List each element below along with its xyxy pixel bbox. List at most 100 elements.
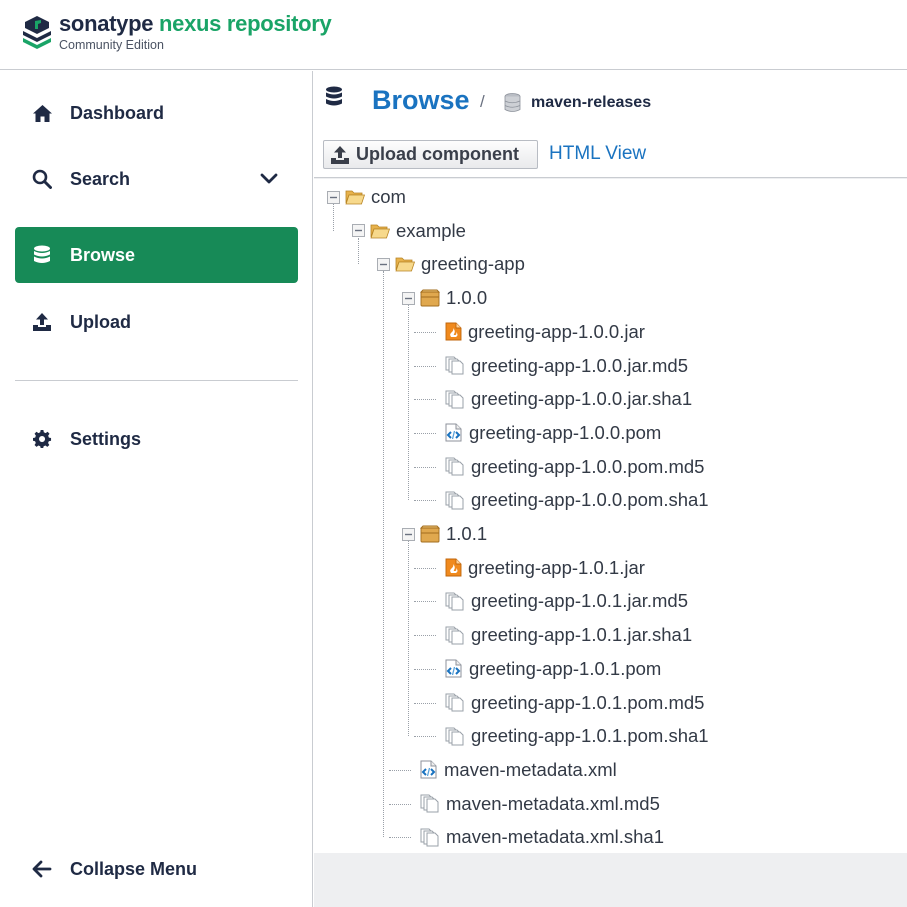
sidebar-item-upload[interactable]: Upload	[15, 294, 298, 350]
folder-open-icon	[345, 189, 365, 205]
tree-node-label: greeting-app-1.0.0.pom.md5	[471, 455, 705, 477]
collapse-toggle-icon[interactable]	[376, 257, 390, 271]
tree-node-file[interactable]: greeting-app-1.0.0.jar.md5	[426, 353, 688, 379]
tree-guide-line	[408, 305, 409, 501]
gear-icon	[31, 428, 53, 450]
tree-node-file[interactable]: greeting-app-1.0.1.jar	[426, 555, 645, 581]
file-copy-icon	[445, 727, 465, 746]
browse-toolbar: Browse / maven-releases Upload component…	[314, 71, 907, 178]
tree-node-label: greeting-app-1.0.0.pom	[469, 421, 662, 443]
tree-node-file[interactable]: greeting-app-1.0.1.pom	[426, 656, 661, 682]
xml-file-icon	[445, 659, 463, 678]
tree-node-label: greeting-app-1.0.1.jar.sha1	[471, 624, 693, 646]
component-tree: com example greeting-app 1.0.0 greeting-app-…	[314, 179, 907, 853]
collapse-menu-button[interactable]: Collapse Menu	[15, 841, 298, 897]
tree-node-label: greeting-app-1.0.1.pom.md5	[471, 691, 705, 713]
upload-icon	[31, 311, 53, 333]
repository-icon	[504, 93, 521, 112]
tree-node-file[interactable]: greeting-app-1.0.0.pom	[426, 420, 661, 446]
sidebar-item-browse[interactable]: Browse	[15, 227, 298, 283]
tree-node-label: greeting-app-1.0.1.jar.md5	[471, 590, 688, 612]
tree-node-file[interactable]: greeting-app-1.0.0.pom.md5	[426, 454, 704, 480]
upload-component-label: Upload component	[356, 144, 519, 164]
collapse-toggle-icon[interactable]	[401, 527, 415, 541]
tree-node-label: example	[396, 219, 466, 241]
tree-node-label: greeting-app	[421, 253, 525, 275]
tree-node-folder[interactable]: 1.0.0	[401, 285, 487, 311]
tree-node-file[interactable]: greeting-app-1.0.1.pom.md5	[426, 690, 704, 716]
tree-node-file[interactable]: greeting-app-1.0.1.pom.sha1	[426, 723, 709, 749]
tree-node-file[interactable]: maven-metadata.xml.md5	[401, 791, 660, 817]
file-copy-icon	[445, 457, 465, 476]
tree-node-file[interactable]: greeting-app-1.0.1.jar.sha1	[426, 622, 692, 648]
tree-node-label: com	[371, 186, 406, 207]
tree-node-file[interactable]: greeting-app-1.0.0.jar.sha1	[426, 386, 692, 412]
file-copy-icon	[420, 794, 440, 813]
brand: sonatype nexus repository Community Edit…	[59, 11, 332, 52]
tree-node-file[interactable]: greeting-app-1.0.1.jar.md5	[426, 588, 688, 614]
brand-secondary: nexus repository	[159, 11, 332, 36]
app-header: sonatype nexus repository Community Edit…	[0, 0, 907, 70]
tree-node-label: greeting-app-1.0.1.pom	[469, 657, 662, 679]
tree-node-folder[interactable]: example	[351, 218, 466, 244]
main-panel: Browse / maven-releases Upload component…	[314, 71, 907, 907]
edition-label: Community Edition	[59, 38, 164, 52]
upload-component-button[interactable]: Upload component	[323, 140, 538, 169]
sidebar-item-label: Search	[70, 168, 131, 189]
folder-open-icon	[395, 256, 415, 272]
sidebar-divider	[15, 380, 298, 381]
file-copy-icon	[445, 592, 465, 611]
tree-node-label: maven-metadata.xml.sha1	[446, 826, 664, 848]
xml-file-icon	[420, 760, 438, 779]
sidebar-item-label: Browse	[70, 244, 136, 265]
file-copy-icon	[445, 693, 465, 712]
file-copy-icon	[445, 390, 465, 409]
sidebar-item-label: Dashboard	[70, 102, 165, 123]
tree-node-label: maven-metadata.xml.md5	[446, 792, 660, 814]
database-icon	[326, 86, 342, 106]
tree-node-label: greeting-app-1.0.1.pom.sha1	[471, 725, 709, 747]
tree-node-file[interactable]: maven-metadata.xml	[401, 757, 617, 783]
package-icon	[420, 525, 440, 543]
arrow-left-icon	[31, 858, 53, 880]
tree-node-folder[interactable]: greeting-app	[376, 251, 525, 277]
folder-open-icon	[370, 223, 390, 239]
sidebar-item-search[interactable]: Search	[15, 151, 298, 207]
sidebar-item-dashboard[interactable]: Dashboard	[15, 85, 298, 141]
sidebar-item-settings[interactable]: Settings	[15, 411, 298, 467]
tree-node-file[interactable]: greeting-app-1.0.0.pom.sha1	[426, 487, 709, 513]
file-copy-icon	[445, 356, 465, 375]
sonatype-logo-icon[interactable]	[22, 14, 52, 50]
tree-guide-line	[358, 237, 359, 265]
html-view-link[interactable]: HTML View	[549, 143, 646, 165]
chevron-down-icon[interactable]	[260, 170, 278, 188]
tree-node-folder[interactable]: com	[326, 184, 406, 210]
tree-node-label: greeting-app-1.0.0.jar.md5	[471, 354, 688, 376]
tree-node-label: maven-metadata.xml	[444, 758, 617, 780]
tree-node-label: 1.0.1	[446, 523, 488, 544]
tree-node-file[interactable]: maven-metadata.xml.sha1	[401, 824, 664, 850]
tree-node-file[interactable]: greeting-app-1.0.0.jar	[426, 319, 645, 345]
database-icon	[31, 244, 53, 266]
tree-guide-line	[383, 271, 384, 838]
breadcrumb-repository: maven-releases	[531, 94, 652, 111]
collapse-menu-label: Collapse Menu	[70, 858, 198, 879]
tree-node-label: greeting-app-1.0.1.jar	[468, 556, 645, 578]
tree-node-folder[interactable]: 1.0.1	[401, 521, 487, 547]
tree-node-label: greeting-app-1.0.0.jar.sha1	[471, 388, 693, 410]
file-copy-icon	[445, 626, 465, 645]
collapse-toggle-icon[interactable]	[326, 190, 340, 204]
collapse-toggle-icon[interactable]	[351, 224, 365, 238]
sidebar-item-label: Upload	[70, 311, 131, 332]
tree-node-label: greeting-app-1.0.0.pom.sha1	[471, 489, 709, 511]
file-copy-icon	[445, 491, 465, 510]
file-copy-icon	[420, 828, 440, 847]
collapse-toggle-icon[interactable]	[401, 291, 415, 305]
home-icon	[31, 102, 53, 124]
tree-guide-line	[333, 204, 334, 231]
sidebar-item-label: Settings	[70, 428, 142, 449]
breadcrumb-separator: /	[480, 92, 485, 111]
page-title[interactable]: Browse	[372, 85, 470, 116]
jar-file-icon	[445, 558, 462, 577]
search-icon	[31, 168, 53, 190]
